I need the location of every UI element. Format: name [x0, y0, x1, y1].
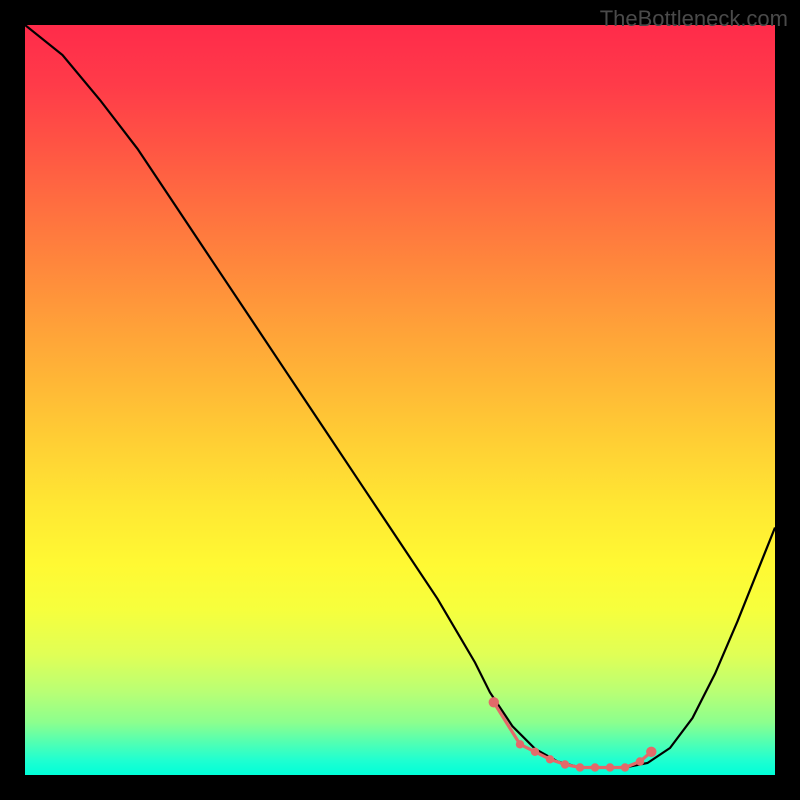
watermark-text: TheBottleneck.com [600, 6, 788, 32]
plot-area [25, 25, 775, 775]
gradient-background [25, 25, 775, 775]
chart-container: TheBottleneck.com [0, 0, 800, 800]
